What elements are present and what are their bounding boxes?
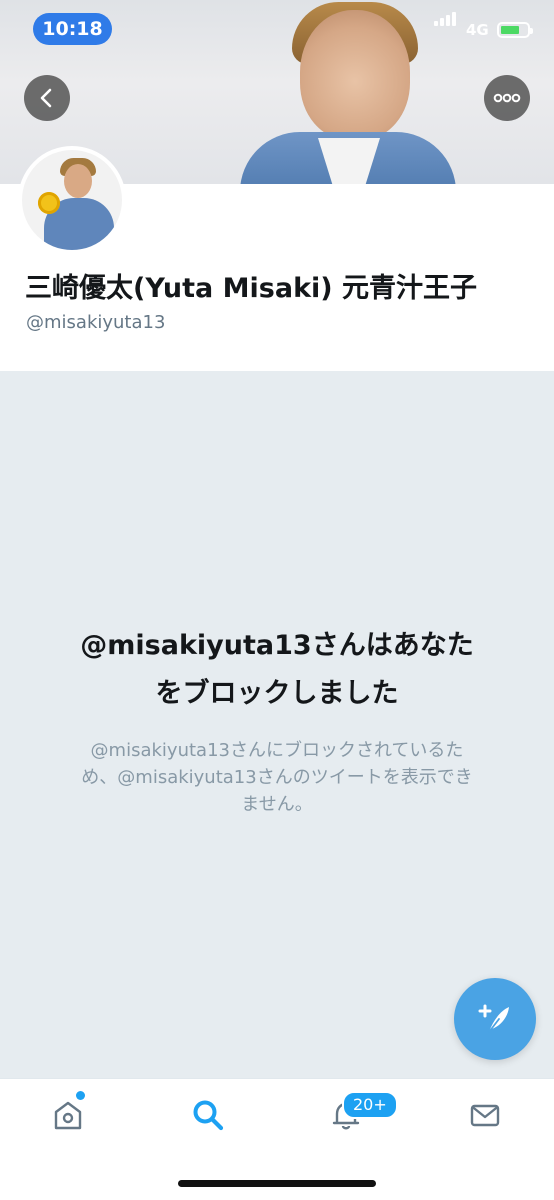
battery-icon	[497, 22, 533, 38]
more-button[interactable]	[484, 75, 530, 121]
profile-handle: @misakiyuta13	[26, 312, 166, 333]
profile-name: 三崎優太(Yuta Misaki) 元青汁王子	[25, 273, 478, 304]
blocked-title-line: をブロックしました	[155, 678, 399, 709]
blocked-description: @misakiyuta13さんにブロックされているた め、@misakiyuta…	[50, 737, 504, 818]
network-label: 4G	[466, 21, 489, 39]
blocked-title: @misakiyuta13さんはあなた をブロックしました	[40, 622, 514, 718]
tab-messages[interactable]	[465, 1095, 505, 1135]
home-new-indicator	[76, 1091, 85, 1100]
back-button[interactable]	[24, 75, 70, 121]
compose-tweet-icon	[478, 1004, 509, 1033]
blocked-desc-line: め、@misakiyuta13さんのツイートを表示でき	[81, 767, 473, 788]
messages-envelope-icon	[470, 1104, 500, 1127]
avatar[interactable]	[18, 146, 126, 254]
status-time: 10:18	[33, 13, 112, 45]
compose-tweet-button[interactable]	[454, 978, 536, 1060]
more-icon	[493, 93, 521, 103]
home-icon	[54, 1101, 82, 1130]
blocked-desc-line: ません。	[241, 794, 313, 815]
back-arrow-icon	[40, 88, 52, 108]
tab-home[interactable]	[48, 1095, 88, 1135]
notifications-badge: 20+	[342, 1091, 398, 1119]
home-indicator[interactable]	[178, 1180, 376, 1187]
blocked-desc-line: @misakiyuta13さんにブロックされているた	[90, 740, 464, 761]
blocked-title-line: @misakiyuta13さんはあなた	[80, 630, 474, 661]
status-bar: 10:18 4G	[0, 0, 554, 56]
search-icon	[193, 1100, 224, 1131]
tab-search[interactable]	[188, 1095, 228, 1135]
